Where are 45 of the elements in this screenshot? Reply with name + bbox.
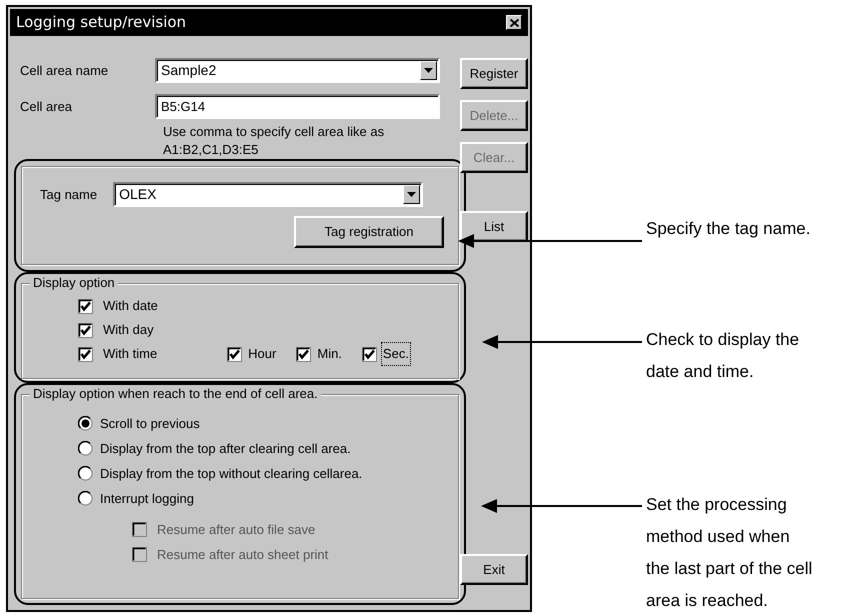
radio-label: Display from the top without clearing cellarea. — [100, 464, 362, 483]
window-title: Logging setup/revision — [16, 12, 186, 34]
checkbox[interactable] — [78, 346, 93, 362]
field-label: Cell area — [19, 98, 74, 116]
dialog-button[interactable]: Exit — [460, 554, 528, 585]
checkbox[interactable] — [78, 298, 93, 314]
dialog-button[interactable]: List — [460, 211, 528, 242]
checkbox-label: Sec. — [382, 344, 409, 364]
radio-button[interactable] — [78, 416, 93, 431]
checkbox[interactable] — [78, 322, 93, 338]
group-title: Display option — [30, 275, 118, 291]
callout-text: Set the processing method used when the last part of the cell area is reached. — [646, 494, 812, 612]
radio-button[interactable] — [78, 441, 93, 456]
radio-label: Interrupt logging — [100, 490, 194, 508]
close-icon — [510, 18, 518, 26]
radio-button[interactable] — [78, 491, 93, 506]
checkbox-label: Hour — [248, 345, 276, 364]
dropdown-button[interactable] — [420, 61, 437, 80]
group-title: Display option when reach to the end of cell area. — [30, 386, 321, 402]
close-button[interactable] — [506, 15, 522, 30]
field-label: Tag name — [40, 186, 98, 204]
checkbox-label: Resume after auto sheet print — [157, 546, 328, 564]
hint-text: Use comma to specify cell area like as A1:B2,C1,D3:E5 — [163, 123, 386, 159]
tag-registration-button[interactable]: Tag registration — [294, 216, 444, 248]
cell-area-name-dropdown[interactable]: Sample2 — [155, 58, 440, 83]
checkbox[interactable] — [227, 346, 242, 362]
checkbox-label: Min. — [317, 345, 342, 364]
checkbox-label: Resume after auto file save — [157, 520, 316, 539]
radio-label: Display from the top after clearing cell area. — [100, 440, 351, 458]
caret-icon — [424, 68, 433, 73]
dialog-button[interactable]: Register — [460, 58, 528, 89]
checkbox[interactable] — [362, 346, 377, 362]
callout-text: Check to display the date and time. — [646, 329, 800, 383]
checkbox-label: With time — [103, 345, 158, 364]
dropdown-button[interactable] — [403, 185, 420, 204]
checkbox-label: With date — [103, 297, 158, 316]
checkbox-label: With day — [103, 321, 154, 340]
cell-area-field[interactable]: B5:G14 — [155, 94, 440, 119]
callout-text: Specify the tag name. — [646, 218, 810, 240]
radio-button[interactable] — [78, 466, 93, 481]
radio-label: Scroll to previous — [100, 414, 200, 433]
tag-name-dropdown[interactable]: OLEX — [113, 182, 424, 207]
caret-icon — [407, 192, 416, 197]
checkbox[interactable] — [296, 346, 312, 362]
field-label: Cell area name — [19, 62, 110, 80]
